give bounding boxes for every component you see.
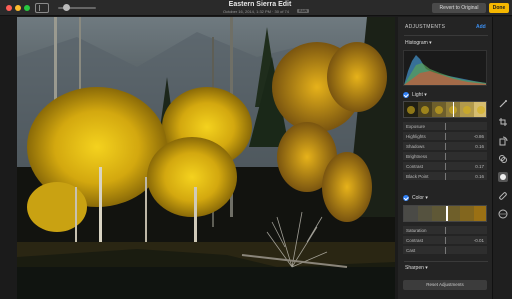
adjustment-value: -0.01 [473,238,484,243]
close-window-button[interactable] [6,5,12,11]
adjustment-row[interactable]: Cast [403,246,487,255]
light-section-label[interactable]: Light ▾ [412,92,427,98]
photo-info: October 16, 2014, 1:32 PM · 30 of 74 [222,9,290,14]
adjustment-label: Saturation [406,228,427,233]
divider [404,261,488,262]
adjustment-slider-marker[interactable] [445,163,446,170]
color-section-label[interactable]: Color ▾ [412,195,428,201]
zoom-window-button[interactable] [24,5,30,11]
adjustment-value: -0.86 [473,134,484,139]
reset-adjustments-button[interactable]: Reset Adjustments [403,280,487,290]
adjustment-slider-marker[interactable] [445,227,446,234]
light-thumbnails [404,102,486,117]
adjustment-row[interactable]: Black Point 0.16 [403,172,487,181]
add-adjustment-button[interactable]: Add [476,24,486,30]
raw-badge: RAW [297,9,310,13]
divider [404,35,488,36]
retouch-icon[interactable] [498,99,508,109]
adjustment-slider-marker[interactable] [445,173,446,180]
window-title: Eastern Sierra Edit [228,1,292,8]
adjustment-slider-marker[interactable] [445,247,446,254]
adjustment-row[interactable]: Contrast -0.01 [403,236,487,245]
title-bar: Eastern Sierra Edit October 16, 2014, 1:… [0,0,512,16]
color-slider-knob[interactable] [446,206,448,221]
more-icon[interactable] [498,209,508,219]
adjustment-label: Highlights [406,134,426,139]
adjustment-label: Contrast [406,164,424,169]
histogram-label[interactable]: Histogram ▾ [405,40,432,46]
adjustment-slider-marker[interactable] [445,123,446,130]
adjustment-slider-marker[interactable] [445,237,446,244]
adjustment-row[interactable]: Brightness [403,152,487,161]
adjustments-panel: ADJUSTMENTS Add Histogram ▾ Light ▾ Expo… [398,17,492,299]
edit-tools-strip [492,17,512,299]
color-enabled-checkbox[interactable] [403,195,409,201]
adjustment-row[interactable]: Exposure [403,122,487,131]
zoom-slider-knob[interactable] [63,4,70,11]
sidebar-toggle-icon[interactable] [35,3,49,13]
adjustment-row[interactable]: Highlights -0.86 [403,132,487,141]
panel-title: ADJUSTMENTS [405,24,446,30]
adjustment-value: 0.17 [475,164,484,169]
adjustment-label: Cast [406,248,416,253]
light-thumbnail-slider[interactable] [403,101,487,118]
adjustment-label: Shadows [406,144,425,149]
color-thumbnail-slider[interactable] [403,205,487,222]
landscape-photo [17,17,395,299]
revert-to-original-button[interactable]: Revert to Original [432,3,486,13]
adjustment-label: Exposure [406,124,426,129]
adjustment-slider-marker[interactable] [445,153,446,160]
filters-icon[interactable] [498,154,508,164]
crop-icon[interactable] [498,117,508,127]
adjustment-slider-marker[interactable] [445,143,446,150]
adjustment-label: Brightness [406,154,428,159]
adjustment-row[interactable]: Contrast 0.17 [403,162,487,171]
done-button[interactable]: Done [489,3,509,13]
light-slider-knob[interactable] [452,102,455,117]
photo-canvas[interactable] [17,17,395,299]
light-enabled-checkbox[interactable] [403,92,409,98]
adjust-icon[interactable] [498,172,508,182]
rotate-icon[interactable] [498,136,508,146]
bandage-icon[interactable] [498,191,508,201]
adjustment-value: 0.16 [475,174,484,179]
histogram [403,50,487,86]
minimize-window-button[interactable] [15,5,21,11]
adjustment-label: Contrast [406,238,424,243]
adjustment-row[interactable]: Saturation [403,226,487,235]
adjustment-slider-marker[interactable] [445,133,446,140]
adjustment-row[interactable]: Shadows 0.16 [403,142,487,151]
sharpen-section-label[interactable]: Sharpen ▾ [405,265,428,271]
adjustment-label: Black Point [406,174,429,179]
adjustment-value: 0.16 [475,144,484,149]
